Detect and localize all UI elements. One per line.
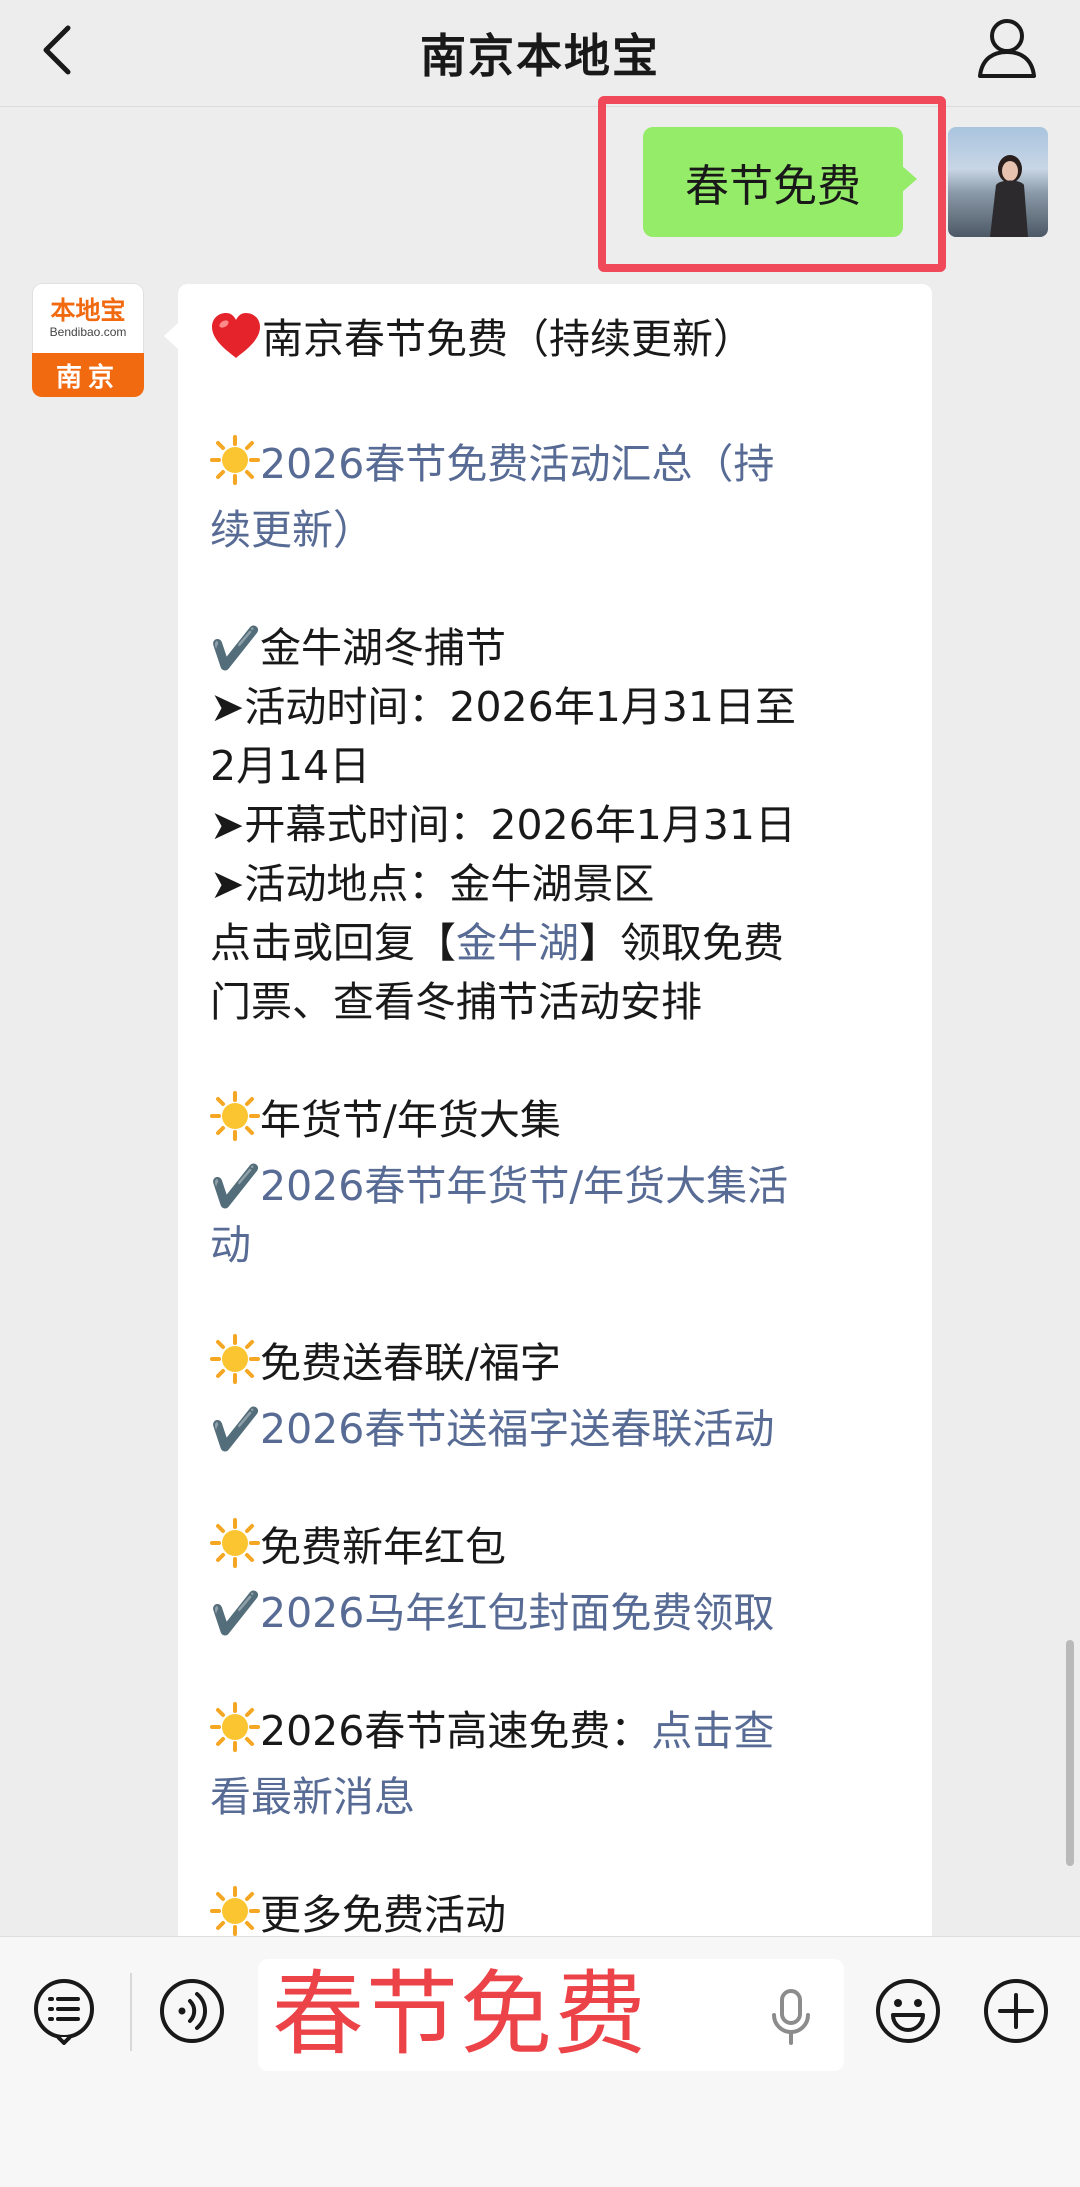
section-link[interactable]: 2026春节年货节/年货大集活	[260, 1162, 788, 1210]
check-icon: ✔️	[210, 1405, 262, 1453]
user-avatar[interactable]	[948, 127, 1048, 237]
chat-title: 南京本地宝	[420, 29, 660, 83]
emoji-button[interactable]	[874, 1977, 942, 2045]
check-icon: ✔️	[210, 1162, 262, 1210]
reply-prompt-suffix: 】领取免费	[579, 919, 784, 967]
message-input[interactable]: 春节免费	[258, 1959, 844, 2071]
section-nianhuo: 年货节/年货大集 ✔️2026春节年货节/年货大集活 动	[210, 1091, 896, 1275]
bot-avatar[interactable]: 本地宝 Bendibao.com 南京	[32, 283, 144, 397]
summary-link-cont[interactable]: 续更新）	[210, 501, 896, 560]
section-hongbao: 免费新年红包 ✔️2026马年红包封面免费领取	[210, 1518, 896, 1643]
bot-city-label: 南京	[32, 353, 144, 397]
jinniuhu-block: ✔️金牛湖冬捕节 ➤活动时间：2026年1月31日至 2月14日 ➤开幕式时间：…	[210, 619, 896, 1032]
reply-title-block: 南京春节免费（持续更新）	[210, 310, 896, 376]
input-bar: 春节免费	[0, 1936, 1080, 2187]
sun-icon	[210, 1334, 260, 1400]
person-photo-icon	[990, 155, 1028, 237]
sent-message-text: 春节免费	[685, 161, 861, 212]
section-heading: 年货节/年货大集	[260, 1096, 561, 1144]
message-input-text: 春节免费	[272, 1961, 649, 2068]
emoji-icon	[876, 1979, 940, 2043]
more-text: 更多免费活动	[260, 1891, 506, 1939]
reply-prompt-prefix: 点击或回复【	[210, 919, 456, 967]
check-icon: ✔️	[210, 624, 262, 672]
plus-icon	[984, 1979, 1048, 2043]
scrollbar[interactable]	[1066, 1640, 1074, 1866]
sent-message-bubble[interactable]: 春节免费	[643, 127, 917, 237]
check-icon: ✔️	[210, 1589, 262, 1637]
jinniuhu-opening: ➤开幕式时间：2026年1月31日	[210, 801, 796, 849]
jinniuhu-time-cont: 2月14日	[210, 742, 371, 790]
menu-list-icon	[34, 1979, 94, 2045]
more-button[interactable]	[982, 1977, 1050, 2045]
section-link[interactable]: 2026春节送福字送春联活动	[260, 1405, 774, 1453]
person-icon	[978, 19, 1036, 78]
highway-block: 2026春节高速免费：点击查 看最新消息	[210, 1702, 896, 1827]
jinniuhu-time: ➤活动时间：2026年1月31日至	[210, 683, 796, 731]
sun-icon	[210, 1702, 260, 1768]
sun-icon	[210, 435, 260, 501]
highway-link[interactable]: 点击查	[651, 1707, 774, 1755]
bubble-tail	[164, 322, 179, 350]
summary-link[interactable]: 2026春节免费活动汇总（持	[260, 440, 774, 488]
section-link-cont[interactable]: 动	[210, 1216, 896, 1275]
bot-logo-sub: Bendibao.com	[49, 325, 127, 339]
voice-button[interactable]	[158, 1977, 226, 2045]
microphone-icon[interactable]	[764, 1987, 818, 2049]
highway-prefix: 2026春节高速免费：	[260, 1707, 652, 1755]
section-heading: 免费新年红包	[260, 1523, 506, 1571]
reply-prompt-line2: 门票、查看冬捕节活动安排	[210, 978, 702, 1026]
sun-icon	[210, 1518, 260, 1584]
jinniuhu-name: 金牛湖冬捕节	[260, 624, 506, 672]
divider	[130, 1973, 132, 2051]
bot-logo-text: 本地宝	[50, 296, 126, 325]
jinniuhu-link[interactable]: 金牛湖	[456, 919, 579, 967]
sun-icon	[210, 1091, 260, 1157]
section-heading: 免费送春联/福字	[260, 1339, 561, 1387]
menu-button[interactable]	[30, 1977, 98, 2045]
voice-icon	[160, 1979, 224, 2043]
reply-title: 南京春节免费（持续更新）	[262, 315, 754, 363]
heart-icon	[210, 312, 262, 376]
summary-block: 2026春节免费活动汇总（持 续更新）	[210, 435, 896, 560]
profile-button[interactable]	[974, 14, 1040, 86]
highway-link-cont[interactable]: 看最新消息	[210, 1768, 896, 1827]
section-chunlian: 免费送春联/福字 ✔️2026春节送福字送春联活动	[210, 1334, 896, 1459]
reply-message-bubble: 南京春节免费（持续更新） 2026春节免费活动汇总（持 续更新） ✔️金牛湖冬捕…	[178, 284, 932, 1944]
section-link[interactable]: 2026马年红包封面免费领取	[260, 1589, 774, 1637]
jinniuhu-location: ➤活动地点：金牛湖景区	[210, 860, 655, 908]
bot-logo: 本地宝 Bendibao.com	[32, 283, 144, 353]
chat-header: 南京本地宝	[0, 0, 1080, 107]
